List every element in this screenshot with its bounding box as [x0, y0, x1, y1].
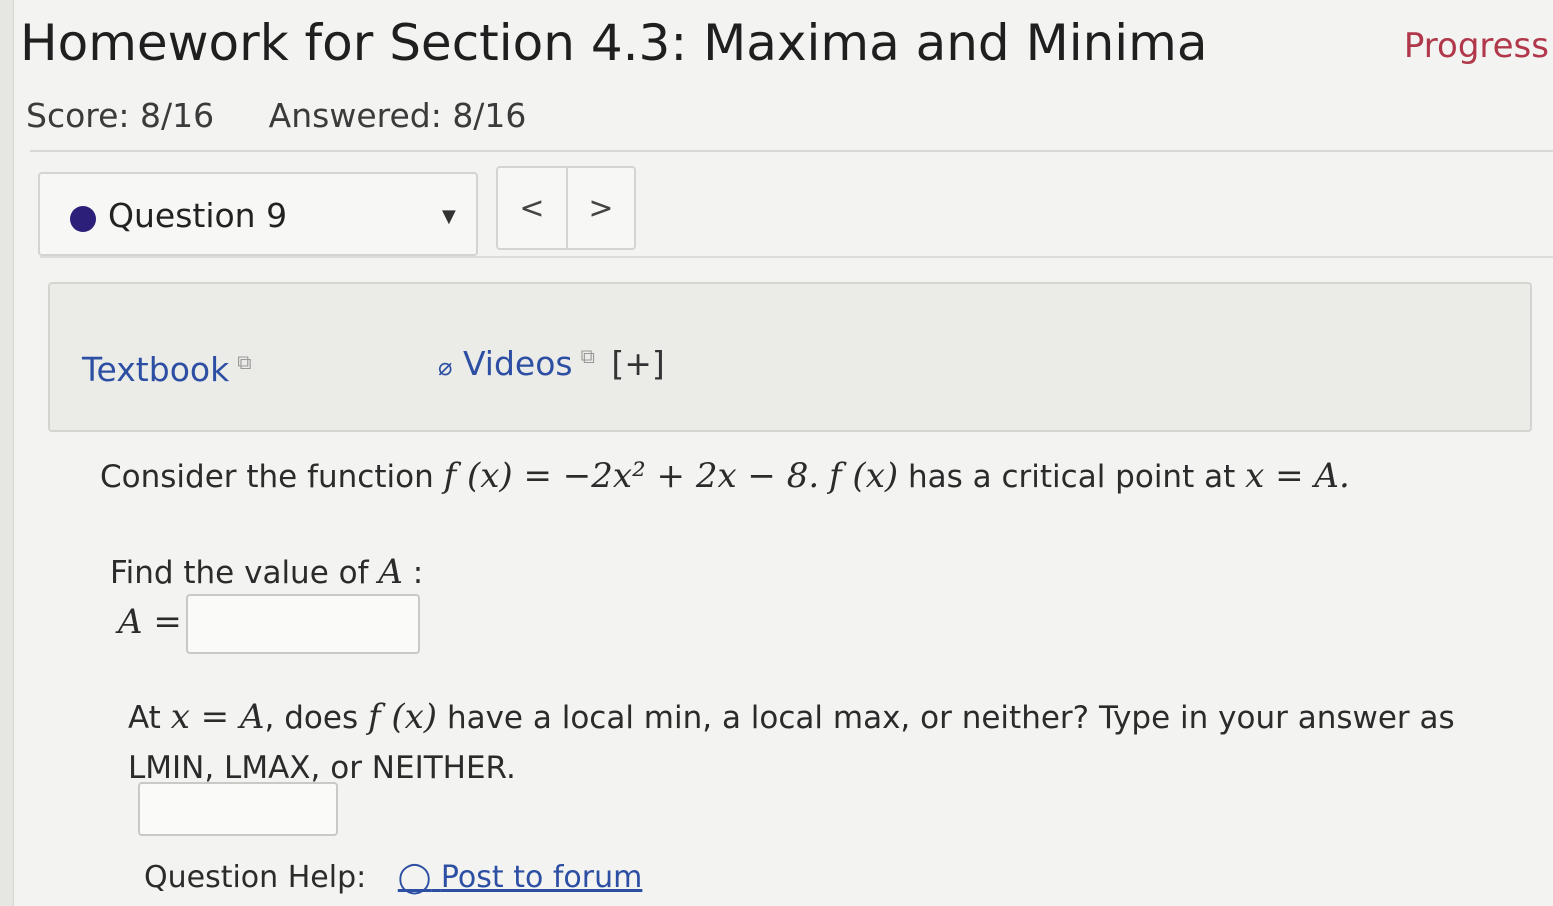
left-border [0, 0, 14, 906]
resources-panel: Textbook ⧉ ⌀ Videos ⧉ [+] [48, 282, 1532, 432]
textbook-link[interactable]: Textbook [82, 350, 229, 389]
post-to-forum-text: Post to forum [440, 860, 643, 895]
function-expression: f (x) = −2x² + 2x − 8. [443, 456, 820, 496]
paperclip-icon: ⌀ [438, 353, 453, 381]
find-prompt: Find the value of A : [110, 552, 423, 592]
question-help: Question Help: ◯ Post to forum [144, 860, 642, 895]
critical-equation: x = A. [1245, 456, 1350, 496]
expand-videos-button[interactable]: [+] [611, 344, 664, 383]
answer-a-label: A = [118, 602, 182, 642]
q2-function: f (x) [367, 697, 438, 737]
q2-prefix: At [128, 700, 161, 736]
question-select-label: Question 9 [108, 196, 288, 235]
find-colon: : [412, 555, 424, 591]
score-text: Score: 8/16 [26, 96, 215, 135]
critical-text: has a critical point at [908, 459, 1236, 495]
videos-link-wrap[interactable]: ⌀ Videos ⧉ [+] [438, 344, 665, 383]
question-select[interactable]: Question 9 ▼ [38, 172, 478, 256]
answer-extremum-input[interactable] [138, 782, 338, 836]
caret-down-icon: ▼ [442, 206, 456, 227]
next-question-button[interactable]: > [566, 168, 634, 248]
answered-text: Answered: 8/16 [268, 96, 527, 135]
question-nav: < > [496, 166, 636, 250]
page-title: Homework for Section 4.3: Maxima and Min… [20, 14, 1208, 72]
problem-statement: Consider the function f (x) = −2x² + 2x … [100, 456, 1350, 496]
textbook-link-wrap[interactable]: Textbook ⧉ [82, 350, 251, 389]
chat-bubble-icon: ◯ [397, 860, 432, 895]
function-symbol: f (x) [829, 456, 899, 496]
post-to-forum-link[interactable]: ◯ Post to forum [398, 860, 643, 895]
q2-mid: , does [264, 700, 359, 736]
q2-equation: x = A [170, 697, 265, 737]
find-text: Find the value of [110, 555, 369, 591]
external-link-icon: ⧉ [580, 344, 595, 368]
problem-intro: Consider the function [100, 459, 434, 495]
question-help-label: Question Help: [144, 860, 367, 895]
answer-a-input[interactable] [186, 594, 420, 654]
divider [40, 256, 1553, 258]
status-dot-icon [70, 206, 96, 232]
question-part-2: At x = A, does f (x) have a local min, a… [128, 692, 1508, 793]
find-variable: A [378, 552, 403, 592]
score-row: Score: 8/16 Answered: 8/16 [26, 96, 526, 135]
prev-question-button[interactable]: < [498, 168, 566, 248]
divider [30, 150, 1553, 152]
progress-link[interactable]: Progress [1404, 26, 1549, 66]
videos-link[interactable]: Videos [463, 344, 573, 383]
external-link-icon: ⧉ [237, 350, 252, 374]
